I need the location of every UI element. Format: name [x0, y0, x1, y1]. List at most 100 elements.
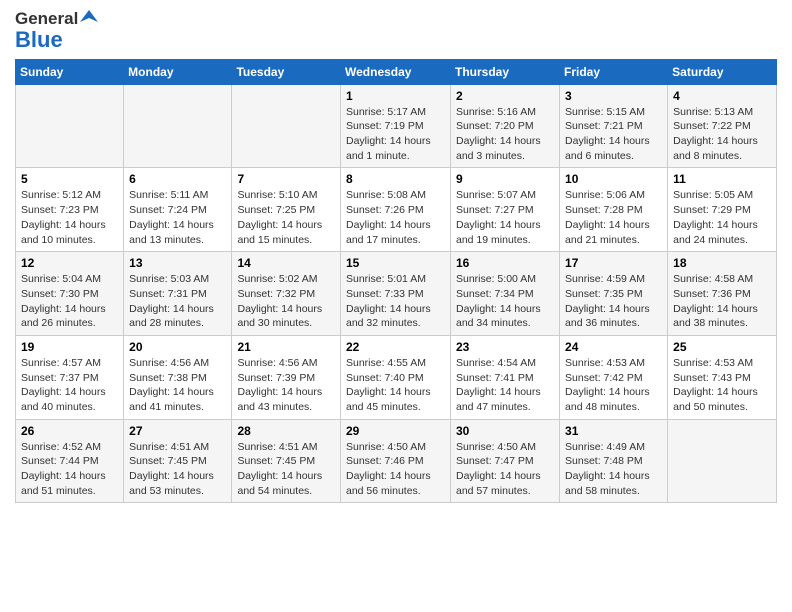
calendar-cell [232, 84, 341, 168]
day-number: 4 [673, 89, 771, 103]
calendar-week-row: 12 Sunrise: 5:04 AMSunset: 7:30 PMDayligh… [16, 252, 777, 336]
day-info: Sunrise: 4:50 AMSunset: 7:47 PMDaylight:… [456, 440, 554, 499]
calendar-cell: 5 Sunrise: 5:12 AMSunset: 7:23 PMDaylight… [16, 168, 124, 252]
logo-bird-icon [80, 8, 98, 26]
day-info: Sunrise: 4:54 AMSunset: 7:41 PMDaylight:… [456, 356, 554, 415]
day-info: Sunrise: 4:58 AMSunset: 7:36 PMDaylight:… [673, 272, 771, 331]
calendar-cell: 20 Sunrise: 4:56 AMSunset: 7:38 PMDayligh… [124, 335, 232, 419]
day-info: Sunrise: 5:07 AMSunset: 7:27 PMDaylight:… [456, 188, 554, 247]
day-number: 26 [21, 424, 118, 438]
weekday-header-monday: Monday [124, 59, 232, 84]
calendar-cell: 2 Sunrise: 5:16 AMSunset: 7:20 PMDaylight… [451, 84, 560, 168]
calendar-cell: 3Sunrise: 5:15 AMSunset: 7:21 PMDaylight… [560, 84, 668, 168]
day-number: 10 [565, 172, 662, 186]
calendar-cell: 9 Sunrise: 5:07 AMSunset: 7:27 PMDaylight… [451, 168, 560, 252]
day-info: Sunrise: 4:56 AMSunset: 7:38 PMDaylight:… [129, 356, 226, 415]
calendar-cell: 19 Sunrise: 4:57 AMSunset: 7:37 PMDayligh… [16, 335, 124, 419]
day-info: Sunrise: 5:13 AMSunset: 7:22 PMDaylight:… [673, 105, 771, 164]
calendar-cell: 22 Sunrise: 4:55 AMSunset: 7:40 PMDayligh… [341, 335, 451, 419]
calendar-cell: 16 Sunrise: 5:00 AMSunset: 7:34 PMDayligh… [451, 252, 560, 336]
day-info: Sunrise: 4:49 AMSunset: 7:48 PMDaylight:… [565, 440, 662, 499]
day-info: Sunrise: 4:51 AMSunset: 7:45 PMDaylight:… [129, 440, 226, 499]
calendar-cell [124, 84, 232, 168]
day-number: 15 [346, 256, 445, 270]
weekday-header-friday: Friday [560, 59, 668, 84]
calendar-cell: 6 Sunrise: 5:11 AMSunset: 7:24 PMDaylight… [124, 168, 232, 252]
day-info: Sunrise: 4:56 AMSunset: 7:39 PMDaylight:… [237, 356, 335, 415]
day-number: 1 [346, 89, 445, 103]
calendar-cell [668, 419, 777, 503]
day-info: Sunrise: 4:55 AMSunset: 7:40 PMDaylight:… [346, 356, 445, 415]
day-number: 2 [456, 89, 554, 103]
day-info: Sunrise: 5:03 AMSunset: 7:31 PMDaylight:… [129, 272, 226, 331]
day-info: Sunrise: 4:52 AMSunset: 7:44 PMDaylight:… [21, 440, 118, 499]
day-number: 27 [129, 424, 226, 438]
calendar-cell: 26 Sunrise: 4:52 AMSunset: 7:44 PMDayligh… [16, 419, 124, 503]
calendar-cell: 24Sunrise: 4:53 AMSunset: 7:42 PMDayligh… [560, 335, 668, 419]
calendar-cell: 13 Sunrise: 5:03 AMSunset: 7:31 PMDayligh… [124, 252, 232, 336]
calendar-table: SundayMondayTuesdayWednesdayThursdayFrid… [15, 59, 777, 504]
calendar-cell: 29 Sunrise: 4:50 AMSunset: 7:46 PMDayligh… [341, 419, 451, 503]
day-number: 18 [673, 256, 771, 270]
logo: General Blue [15, 10, 98, 51]
day-info: Sunrise: 5:12 AMSunset: 7:23 PMDaylight:… [21, 188, 118, 247]
calendar-cell: 28 Sunrise: 4:51 AMSunset: 7:45 PMDayligh… [232, 419, 341, 503]
calendar-cell: 17Sunrise: 4:59 AMSunset: 7:35 PMDayligh… [560, 252, 668, 336]
calendar-cell: 23 Sunrise: 4:54 AMSunset: 7:41 PMDayligh… [451, 335, 560, 419]
day-number: 7 [237, 172, 335, 186]
calendar-cell: 4 Sunrise: 5:13 AMSunset: 7:22 PMDaylight… [668, 84, 777, 168]
day-info: Sunrise: 5:06 AMSunset: 7:28 PMDaylight:… [565, 188, 662, 247]
day-number: 20 [129, 340, 226, 354]
calendar-week-row: 1Sunrise: 5:17 AMSunset: 7:19 PMDaylight… [16, 84, 777, 168]
day-info: Sunrise: 4:51 AMSunset: 7:45 PMDaylight:… [237, 440, 335, 499]
calendar-cell: 8Sunrise: 5:08 AMSunset: 7:26 PMDaylight… [341, 168, 451, 252]
day-number: 9 [456, 172, 554, 186]
calendar-cell: 14 Sunrise: 5:02 AMSunset: 7:32 PMDayligh… [232, 252, 341, 336]
calendar-container: General Blue SundayMondayTuesdayWednesda… [0, 0, 792, 513]
day-number: 6 [129, 172, 226, 186]
day-info: Sunrise: 4:53 AMSunset: 7:43 PMDaylight:… [673, 356, 771, 415]
calendar-cell: 11 Sunrise: 5:05 AMSunset: 7:29 PMDayligh… [668, 168, 777, 252]
day-number: 12 [21, 256, 118, 270]
calendar-week-row: 5 Sunrise: 5:12 AMSunset: 7:23 PMDaylight… [16, 168, 777, 252]
day-info: Sunrise: 5:16 AMSunset: 7:20 PMDaylight:… [456, 105, 554, 164]
day-info: Sunrise: 5:05 AMSunset: 7:29 PMDaylight:… [673, 188, 771, 247]
calendar-cell: 18 Sunrise: 4:58 AMSunset: 7:36 PMDayligh… [668, 252, 777, 336]
day-info: Sunrise: 4:57 AMSunset: 7:37 PMDaylight:… [21, 356, 118, 415]
day-number: 22 [346, 340, 445, 354]
day-number: 11 [673, 172, 771, 186]
day-info: Sunrise: 5:02 AMSunset: 7:32 PMDaylight:… [237, 272, 335, 331]
day-number: 29 [346, 424, 445, 438]
day-number: 21 [237, 340, 335, 354]
day-number: 24 [565, 340, 662, 354]
day-number: 8 [346, 172, 445, 186]
day-number: 23 [456, 340, 554, 354]
day-info: Sunrise: 5:00 AMSunset: 7:34 PMDaylight:… [456, 272, 554, 331]
calendar-cell: 15Sunrise: 5:01 AMSunset: 7:33 PMDayligh… [341, 252, 451, 336]
weekday-header-thursday: Thursday [451, 59, 560, 84]
day-number: 19 [21, 340, 118, 354]
calendar-cell: 30Sunrise: 4:50 AMSunset: 7:47 PMDayligh… [451, 419, 560, 503]
day-number: 28 [237, 424, 335, 438]
weekday-header-wednesday: Wednesday [341, 59, 451, 84]
day-number: 14 [237, 256, 335, 270]
calendar-cell: 25Sunrise: 4:53 AMSunset: 7:43 PMDayligh… [668, 335, 777, 419]
logo-general-text: General [15, 10, 78, 29]
calendar-cell: 1Sunrise: 5:17 AMSunset: 7:19 PMDaylight… [341, 84, 451, 168]
day-number: 13 [129, 256, 226, 270]
day-number: 31 [565, 424, 662, 438]
weekday-header-sunday: Sunday [16, 59, 124, 84]
day-info: Sunrise: 4:59 AMSunset: 7:35 PMDaylight:… [565, 272, 662, 331]
calendar-cell: 31 Sunrise: 4:49 AMSunset: 7:48 PMDayligh… [560, 419, 668, 503]
calendar-cell: 21 Sunrise: 4:56 AMSunset: 7:39 PMDayligh… [232, 335, 341, 419]
day-number: 16 [456, 256, 554, 270]
calendar-week-row: 26 Sunrise: 4:52 AMSunset: 7:44 PMDayligh… [16, 419, 777, 503]
day-info: Sunrise: 4:50 AMSunset: 7:46 PMDaylight:… [346, 440, 445, 499]
calendar-week-row: 19 Sunrise: 4:57 AMSunset: 7:37 PMDayligh… [16, 335, 777, 419]
day-info: Sunrise: 5:15 AMSunset: 7:21 PMDaylight:… [565, 105, 662, 164]
day-info: Sunrise: 5:04 AMSunset: 7:30 PMDaylight:… [21, 272, 118, 331]
weekday-header-saturday: Saturday [668, 59, 777, 84]
day-info: Sunrise: 5:11 AMSunset: 7:24 PMDaylight:… [129, 188, 226, 247]
day-info: Sunrise: 5:10 AMSunset: 7:25 PMDaylight:… [237, 188, 335, 247]
day-number: 5 [21, 172, 118, 186]
